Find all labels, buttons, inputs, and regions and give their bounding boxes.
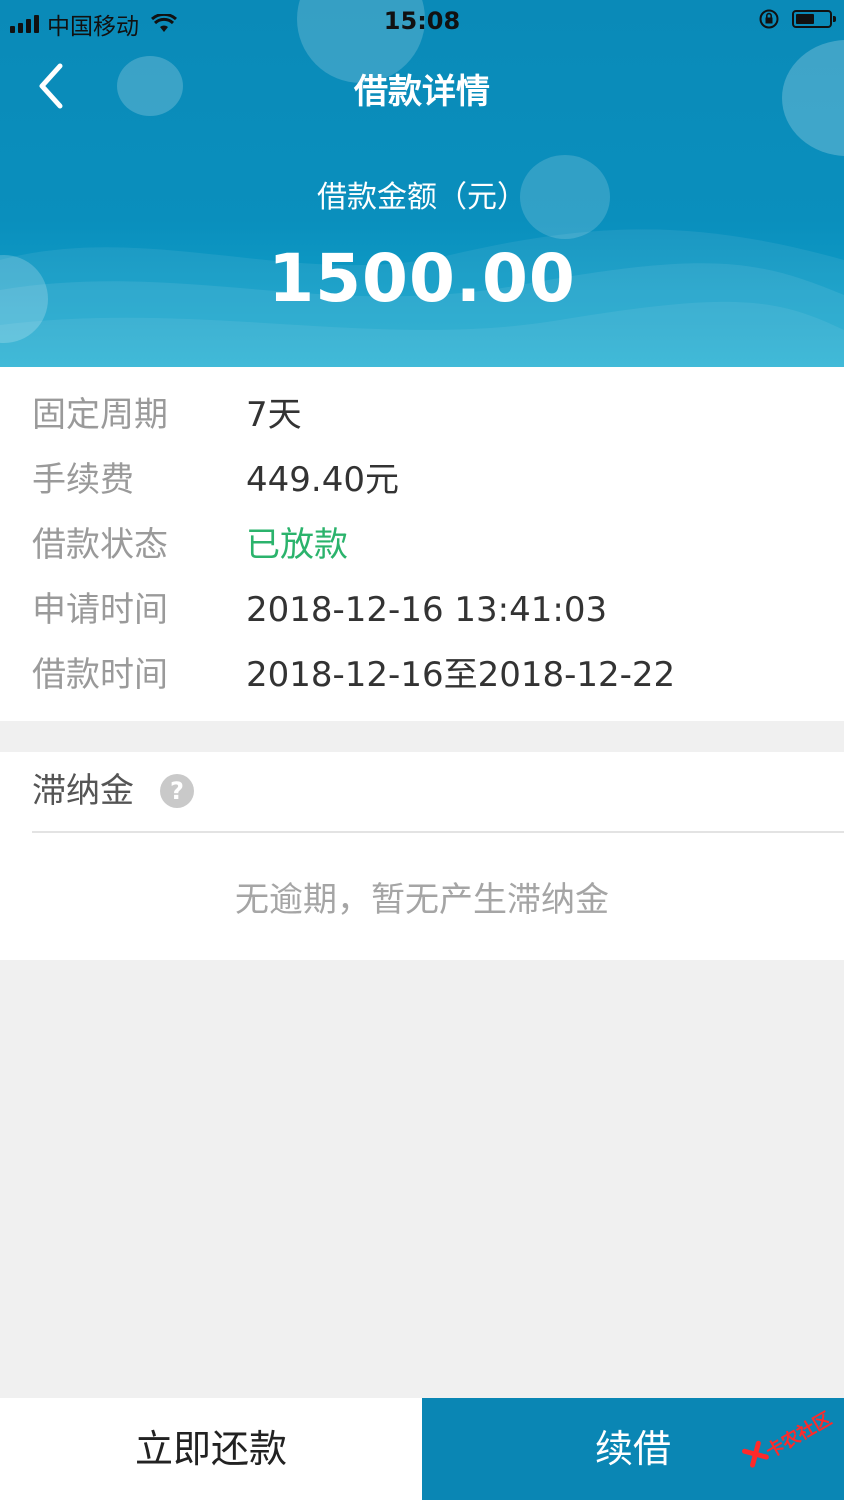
- nav-bar: 借款详情: [0, 44, 844, 128]
- detail-row-period: 固定周期 7天: [0, 383, 844, 448]
- detail-row-apply-time: 申请时间 2018-12-16 13:41:03: [0, 578, 844, 643]
- amount-value: 1500.00: [268, 240, 576, 317]
- bottom-action-bar: 立即还款 续借: [0, 1398, 844, 1500]
- detail-value: 7天: [246, 395, 302, 435]
- detail-label: 借款时间: [32, 655, 168, 695]
- repay-now-button[interactable]: 立即还款: [0, 1398, 422, 1500]
- rotation-lock-icon: [759, 9, 779, 29]
- status-bar: 中国移动 15:08: [0, 0, 844, 44]
- help-icon[interactable]: ?: [160, 774, 194, 808]
- detail-value: 2018-12-16 13:41:03: [246, 590, 608, 630]
- late-fee-card: 滞纳金 ? 无逾期，暂无产生滞纳金: [0, 752, 844, 960]
- detail-label: 固定周期: [32, 395, 168, 435]
- detail-label: 手续费: [32, 460, 134, 500]
- detail-row-loan-period: 借款时间 2018-12-16至2018-12-22: [0, 643, 844, 708]
- page-title: 借款详情: [354, 72, 490, 112]
- battery-icon: [792, 10, 836, 28]
- divider: [32, 831, 844, 833]
- loan-details-card: 固定周期 7天 手续费 449.40元 借款状态 已放款 申请时间 2018-1…: [0, 367, 844, 721]
- detail-value: 449.40元: [246, 460, 399, 500]
- loan-detail-page: 中国移动 15:08 借款详情 借款金额（元） 1500.00 固定周期 7天 …: [0, 0, 844, 1500]
- detail-row-fee: 手续费 449.40元: [0, 448, 844, 513]
- late-fee-title: 滞纳金: [32, 771, 134, 811]
- detail-label: 申请时间: [32, 590, 168, 630]
- status-time: 15:08: [383, 7, 461, 35]
- detail-row-status: 借款状态 已放款: [0, 513, 844, 578]
- header-banner: 中国移动 15:08 借款详情 借款金额（元） 1500.00: [0, 0, 844, 367]
- detail-value: 2018-12-16至2018-12-22: [246, 655, 676, 695]
- status-value: 已放款: [246, 525, 348, 565]
- amount-label: 借款金额（元）: [317, 180, 527, 215]
- late-fee-message: 无逾期，暂无产生滞纳金: [235, 880, 609, 920]
- detail-label: 借款状态: [32, 525, 168, 565]
